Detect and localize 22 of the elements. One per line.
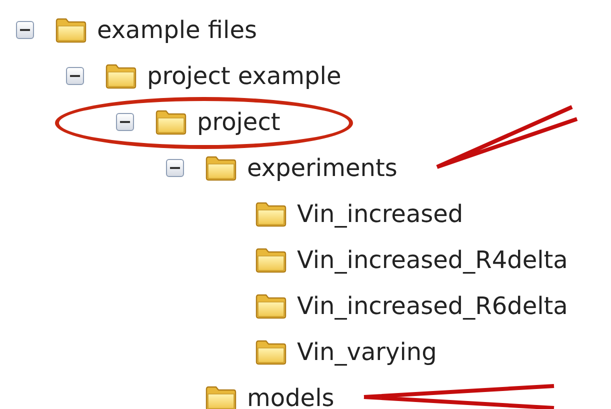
folder-icon (205, 155, 237, 181)
collapse-toggle[interactable] (116, 113, 134, 131)
folder-name[interactable]: Vin_increased_R6delta (297, 290, 568, 322)
folder-name[interactable]: Vin_increased (297, 198, 464, 230)
folder-name[interactable]: models (247, 382, 334, 409)
collapse-toggle[interactable] (166, 159, 184, 177)
folder-icon (105, 63, 137, 89)
folder-icon (255, 247, 287, 273)
folder-icon (255, 339, 287, 365)
collapse-toggle[interactable] (16, 21, 34, 39)
folder-name[interactable]: project example (147, 60, 342, 92)
collapse-toggle[interactable] (66, 67, 84, 85)
folder-icon (255, 201, 287, 227)
folder-name[interactable]: Vin_increased_R4delta (297, 244, 568, 276)
folder-icon (155, 109, 187, 135)
folder-name[interactable]: project (197, 106, 280, 138)
folder-name[interactable]: Vin_varying (297, 336, 437, 368)
folder-name[interactable]: example files (97, 14, 257, 46)
folder-icon (55, 17, 87, 43)
folder-icon (255, 293, 287, 319)
folder-name[interactable]: experiments (247, 152, 398, 184)
folder-icon (205, 385, 237, 409)
